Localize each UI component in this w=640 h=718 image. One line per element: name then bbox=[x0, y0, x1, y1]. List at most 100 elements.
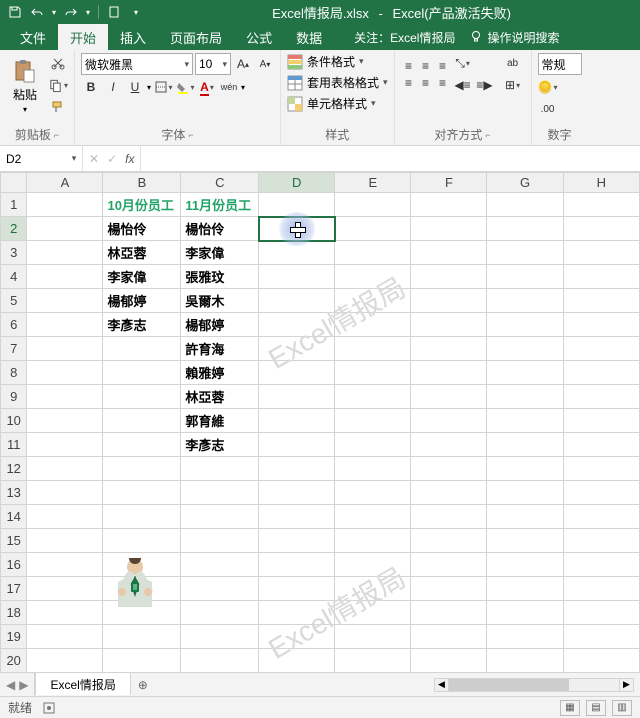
align-dialog-launcher[interactable]: ⌐ bbox=[485, 130, 490, 140]
cell-E17[interactable] bbox=[335, 577, 411, 601]
align-top-button[interactable]: ≡ bbox=[401, 58, 417, 74]
cell-H15[interactable] bbox=[563, 529, 639, 553]
cell-F3[interactable] bbox=[411, 241, 487, 265]
font-color-button[interactable]: A▾ bbox=[197, 77, 217, 97]
cell-A11[interactable] bbox=[27, 433, 103, 457]
scroll-right-button[interactable]: ▶ bbox=[619, 679, 633, 691]
ribbon-tab-数据[interactable]: 数据 bbox=[284, 24, 334, 50]
col-header-F[interactable]: F bbox=[411, 173, 487, 193]
cell-A1[interactable] bbox=[27, 193, 103, 217]
cell-D5[interactable] bbox=[259, 289, 335, 313]
cell-A20[interactable] bbox=[27, 649, 103, 673]
cell-G1[interactable] bbox=[487, 193, 563, 217]
col-header-H[interactable]: H bbox=[563, 173, 639, 193]
cell-E19[interactable] bbox=[335, 625, 411, 649]
name-box[interactable] bbox=[0, 146, 66, 171]
row-header-18[interactable]: 18 bbox=[1, 601, 27, 625]
cancel-formula-button[interactable]: ✕ bbox=[89, 152, 99, 166]
cell-B3[interactable]: 林亞蓉 bbox=[103, 241, 181, 265]
view-normal-button[interactable]: ▦ bbox=[560, 700, 580, 716]
qat-customize-icon[interactable]: ▾ bbox=[126, 2, 146, 22]
cell-G3[interactable] bbox=[487, 241, 563, 265]
phonetic-button[interactable]: wén bbox=[219, 77, 239, 97]
cell-H9[interactable] bbox=[563, 385, 639, 409]
cell-E15[interactable] bbox=[335, 529, 411, 553]
cell-F6[interactable] bbox=[411, 313, 487, 337]
ribbon-tab-插入[interactable]: 插入 bbox=[108, 24, 158, 50]
view-pagebreak-button[interactable]: ▥ bbox=[612, 700, 632, 716]
cell-G7[interactable] bbox=[487, 337, 563, 361]
formula-input[interactable] bbox=[141, 146, 640, 171]
cell-E9[interactable] bbox=[335, 385, 411, 409]
cell-G12[interactable] bbox=[487, 457, 563, 481]
cell-A7[interactable] bbox=[27, 337, 103, 361]
cell-H6[interactable] bbox=[563, 313, 639, 337]
cell-A12[interactable] bbox=[27, 457, 103, 481]
follow-link[interactable]: 关注：Excel情报局 bbox=[354, 29, 455, 46]
cell-C13[interactable] bbox=[181, 481, 259, 505]
cell-E3[interactable] bbox=[335, 241, 411, 265]
col-header-D[interactable]: D bbox=[259, 173, 335, 193]
row-header-5[interactable]: 5 bbox=[1, 289, 27, 313]
fill-color-button[interactable]: ▾ bbox=[175, 77, 195, 97]
cell-E4[interactable] bbox=[335, 265, 411, 289]
cell-styles-button[interactable]: 单元格样式▾ bbox=[287, 95, 388, 112]
increase-decimal-button[interactable]: .00 bbox=[538, 99, 558, 119]
undo-icon[interactable] bbox=[27, 2, 47, 22]
cell-E7[interactable] bbox=[335, 337, 411, 361]
cell-G9[interactable] bbox=[487, 385, 563, 409]
cell-F1[interactable] bbox=[411, 193, 487, 217]
cell-C17[interactable] bbox=[181, 577, 259, 601]
cell-E18[interactable] bbox=[335, 601, 411, 625]
cell-C3[interactable]: 李家偉 bbox=[181, 241, 259, 265]
cell-G15[interactable] bbox=[487, 529, 563, 553]
border-button[interactable]: ▾ bbox=[153, 77, 173, 97]
cell-D14[interactable] bbox=[259, 505, 335, 529]
cell-G19[interactable] bbox=[487, 625, 563, 649]
cell-C20[interactable] bbox=[181, 649, 259, 673]
cell-B20[interactable] bbox=[103, 649, 181, 673]
cell-F16[interactable] bbox=[411, 553, 487, 577]
cell-E2[interactable] bbox=[335, 217, 411, 241]
underline-button[interactable]: U bbox=[125, 77, 145, 97]
cell-H2[interactable] bbox=[563, 217, 639, 241]
format-painter-button[interactable] bbox=[48, 97, 68, 117]
cell-E13[interactable] bbox=[335, 481, 411, 505]
cell-D13[interactable] bbox=[259, 481, 335, 505]
cell-H17[interactable] bbox=[563, 577, 639, 601]
cell-G11[interactable] bbox=[487, 433, 563, 457]
cell-G8[interactable] bbox=[487, 361, 563, 385]
cell-F10[interactable] bbox=[411, 409, 487, 433]
increase-indent-button[interactable]: ≡▶ bbox=[475, 75, 495, 95]
cell-H1[interactable] bbox=[563, 193, 639, 217]
cell-G4[interactable] bbox=[487, 265, 563, 289]
cell-H5[interactable] bbox=[563, 289, 639, 313]
align-center-button[interactable]: ≡ bbox=[418, 75, 434, 91]
cell-C1[interactable]: 11月份员工 bbox=[181, 193, 259, 217]
cell-B17[interactable] bbox=[103, 577, 181, 601]
cell-D4[interactable] bbox=[259, 265, 335, 289]
row-header-19[interactable]: 19 bbox=[1, 625, 27, 649]
cell-C16[interactable] bbox=[181, 553, 259, 577]
touch-mode-icon[interactable] bbox=[104, 2, 124, 22]
row-header-14[interactable]: 14 bbox=[1, 505, 27, 529]
row-header-7[interactable]: 7 bbox=[1, 337, 27, 361]
cell-H7[interactable] bbox=[563, 337, 639, 361]
cell-E14[interactable] bbox=[335, 505, 411, 529]
align-bottom-button[interactable]: ≡ bbox=[435, 58, 451, 74]
cell-D11[interactable] bbox=[259, 433, 335, 457]
cell-F19[interactable] bbox=[411, 625, 487, 649]
redo-icon[interactable] bbox=[61, 2, 81, 22]
cell-B5[interactable]: 楊郁婷 bbox=[103, 289, 181, 313]
cell-D10[interactable] bbox=[259, 409, 335, 433]
cell-B1[interactable]: 10月份员工 bbox=[103, 193, 181, 217]
sheet-nav-next[interactable]: ▶ bbox=[19, 678, 28, 692]
fx-button[interactable]: fx bbox=[125, 152, 134, 166]
align-right-button[interactable]: ≡ bbox=[435, 75, 451, 91]
cell-H18[interactable] bbox=[563, 601, 639, 625]
cell-H8[interactable] bbox=[563, 361, 639, 385]
copy-button[interactable]: ▾ bbox=[48, 75, 68, 95]
cell-H13[interactable] bbox=[563, 481, 639, 505]
accounting-button[interactable]: 🪙▾ bbox=[538, 77, 558, 97]
horizontal-scrollbar[interactable]: ◀ ▶ bbox=[434, 678, 634, 692]
